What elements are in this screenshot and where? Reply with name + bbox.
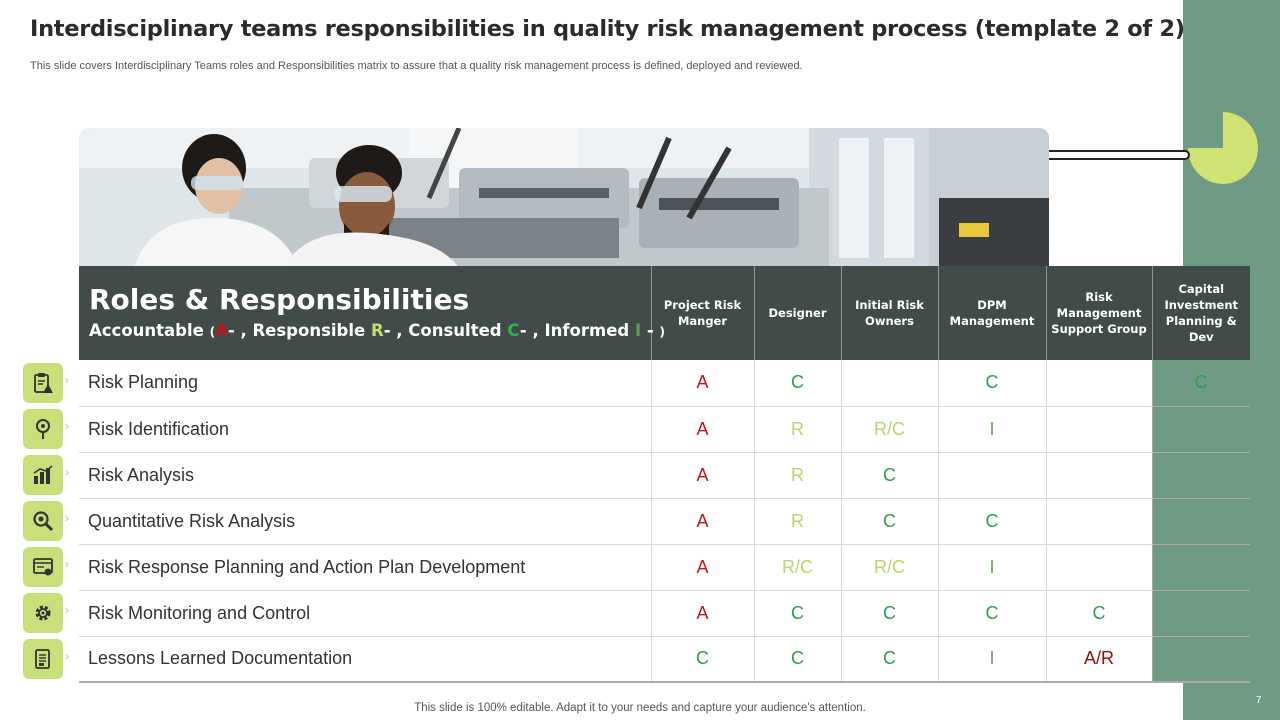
document-icon — [23, 639, 63, 679]
column-header-project-risk-manager: Project Risk Manger — [650, 266, 754, 360]
raci-cell: I — [937, 544, 1046, 591]
magnifier-icon — [23, 501, 63, 541]
raci-cell: A — [650, 406, 754, 453]
raci-cell: I — [937, 406, 1046, 453]
table-row: Quantitative Risk Analysis A R C C — [79, 498, 1250, 545]
task-label: Lessons Learned Documentation — [79, 636, 651, 683]
task-label: Risk Monitoring and Control — [79, 590, 651, 637]
legend-accountable-code: A — [215, 321, 228, 340]
legend-responsible-label: Responsible — [252, 321, 366, 340]
matrix-header-row: Roles & Responsibilities Accountable (A-… — [79, 266, 1250, 360]
chevron-right-icon: › — [65, 465, 69, 479]
raci-cell: C — [937, 590, 1046, 637]
raci-cell: R — [753, 498, 841, 545]
raci-cell: C — [840, 498, 938, 545]
chevron-right-icon: › — [65, 557, 69, 571]
raci-cell: R — [753, 452, 841, 499]
raci-legend: Accountable (A- , Responsible R- , Consu… — [89, 321, 665, 340]
chevron-right-icon: › — [65, 419, 69, 433]
table-row: Risk Identification A R R/C I — [79, 406, 1250, 453]
column-header-risk-management-support-group: Risk Management Support Group — [1045, 266, 1152, 360]
raci-cell — [1151, 452, 1250, 499]
raci-cell: R — [753, 406, 841, 453]
pie-decoration-icon — [1188, 112, 1258, 184]
table-row: Lessons Learned Documentation C C C I A/R — [79, 636, 1250, 683]
raci-cell — [1045, 498, 1152, 545]
task-label: Quantitative Risk Analysis — [79, 498, 651, 545]
raci-cell: R/C — [753, 544, 841, 591]
raci-cell — [840, 360, 938, 407]
chevron-right-icon: › — [65, 511, 69, 525]
task-label: Risk Planning — [79, 360, 651, 407]
raci-cell: C — [840, 590, 938, 637]
slide-footer: This slide is 100% editable. Adapt it to… — [414, 702, 866, 714]
chevron-right-icon: › — [65, 603, 69, 617]
chevron-right-icon: › — [65, 373, 69, 387]
slide-title: Interdisciplinary teams responsibilities… — [30, 16, 1185, 42]
raci-cell: C — [753, 590, 841, 637]
column-header-initial-risk-owners: Initial Risk Owners — [840, 266, 938, 360]
clipboard-warning-icon — [23, 363, 63, 403]
raci-cell — [1151, 590, 1250, 637]
table-row: Risk Analysis A R C — [79, 452, 1250, 499]
raci-cell: A — [650, 498, 754, 545]
page-number: 7 — [1256, 695, 1262, 706]
raci-cell — [937, 452, 1046, 499]
raci-cell: I — [937, 636, 1046, 683]
raci-cell — [1151, 406, 1250, 453]
raci-cell — [1151, 636, 1250, 683]
raci-cell — [1045, 544, 1152, 591]
roles-header-cell: Roles & Responsibilities Accountable (A-… — [79, 266, 665, 360]
table-row: Risk Monitoring and Control A C C C C — [79, 590, 1250, 637]
raci-cell: A — [650, 544, 754, 591]
raci-cell — [1045, 452, 1152, 499]
browser-settings-icon — [23, 547, 63, 587]
slide-subtitle: This slide covers Interdisciplinary Team… — [30, 60, 803, 72]
raci-cell: C — [840, 452, 938, 499]
raci-cell: C — [840, 636, 938, 683]
legend-consulted-label: Consulted — [408, 321, 502, 340]
raci-cell: C — [1045, 590, 1152, 637]
raci-cell — [1151, 498, 1250, 545]
gear-icon — [23, 593, 63, 633]
legend-informed-label: Informed — [544, 321, 630, 340]
raci-cell — [1045, 360, 1152, 407]
chevron-right-icon: › — [65, 649, 69, 663]
raci-cell: R/C — [840, 544, 938, 591]
raci-cell: A — [650, 452, 754, 499]
raci-cell: C — [753, 636, 841, 683]
task-label: Risk Response Planning and Action Plan D… — [79, 544, 651, 591]
legend-responsible-code: R — [370, 321, 384, 340]
legend-accountable-label: Accountable — [89, 321, 204, 340]
column-header-dpm-management: DPM Management — [937, 266, 1046, 360]
task-label: Risk Analysis — [79, 452, 651, 499]
column-header-capital-investment-planning: Capital Investment Planning & Dev — [1151, 266, 1250, 360]
raci-cell: C — [753, 360, 841, 407]
table-row: Risk Planning A C C C — [79, 360, 1250, 407]
raci-cell: C — [650, 636, 754, 683]
raci-cell: A/R — [1045, 636, 1152, 683]
lab-scientists-photo — [79, 128, 1049, 268]
roles-title: Roles & Responsibilities — [89, 283, 470, 316]
raci-cell: C — [937, 498, 1046, 545]
raci-cell — [1151, 544, 1250, 591]
legend-informed-code: I — [634, 321, 642, 340]
bar-chart-icon — [23, 455, 63, 495]
raci-cell — [1045, 406, 1152, 453]
column-header-designer: Designer — [753, 266, 841, 360]
legend-consulted-code: C — [507, 321, 520, 340]
location-pin-icon — [23, 409, 63, 449]
raci-cell: A — [650, 360, 754, 407]
raci-cell: C — [937, 360, 1046, 407]
raci-cell: C — [1151, 360, 1250, 407]
raci-cell: R/C — [840, 406, 938, 453]
task-label: Risk Identification — [79, 406, 651, 453]
table-row: Risk Response Planning and Action Plan D… — [79, 544, 1250, 591]
roles-responsibilities-matrix: Roles & Responsibilities Accountable (A-… — [79, 266, 1250, 683]
raci-cell: A — [650, 590, 754, 637]
